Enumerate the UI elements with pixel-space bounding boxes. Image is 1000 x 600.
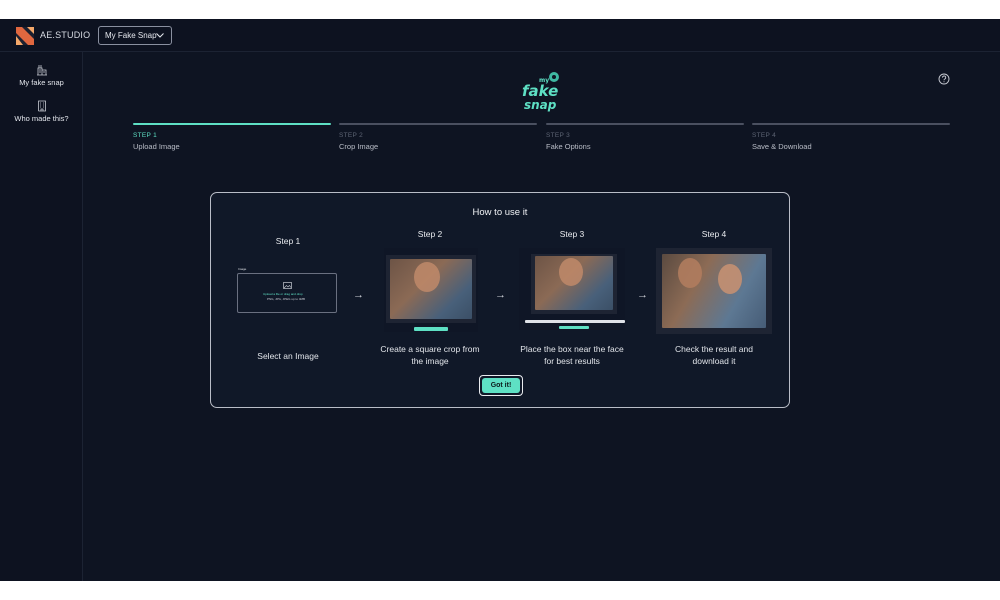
sidebar-item-who-made-this[interactable]: Who made this? bbox=[0, 100, 83, 123]
image-icon bbox=[283, 282, 292, 289]
mini-crop-button bbox=[414, 327, 448, 331]
desc-line-2: download it bbox=[692, 356, 736, 366]
got-it-button[interactable]: Got it! bbox=[479, 375, 523, 396]
modal-title: How to use it bbox=[472, 207, 528, 218]
top-bar: AE.STUDIO My Fake Snap bbox=[0, 19, 1000, 52]
building-icon bbox=[36, 65, 47, 76]
chevron-down-icon bbox=[156, 33, 164, 38]
desc-line-2: the image bbox=[411, 356, 449, 366]
step-label: Crop Image bbox=[339, 142, 379, 151]
step-progress-bar bbox=[752, 123, 950, 125]
tutorial-step-title: Step 3 bbox=[559, 229, 585, 239]
app-window: AE.STUDIO My Fake Snap My fake snap Who … bbox=[0, 19, 1000, 581]
arrow-right-icon: → bbox=[495, 289, 506, 301]
stepper-step-4[interactable]: STEP 4 Save & Download bbox=[752, 123, 950, 151]
step-progress-bar bbox=[133, 123, 331, 125]
sidebar-item-label: My fake snap bbox=[19, 78, 64, 87]
result-preview bbox=[656, 248, 772, 334]
crop-preview bbox=[384, 248, 478, 332]
tutorial-step-title: Step 1 bbox=[275, 236, 301, 246]
upload-preview: Image Upload a file or drag and drop PNG… bbox=[237, 266, 339, 314]
help-icon[interactable] bbox=[938, 73, 950, 85]
photo-preview bbox=[662, 254, 766, 328]
mini-options-button bbox=[559, 326, 589, 329]
how-to-use-modal: How to use it Step 1 Image Upload a file… bbox=[210, 192, 790, 408]
stepper-step-1[interactable]: STEP 1 Upload Image bbox=[133, 123, 331, 151]
face-shape bbox=[718, 264, 742, 294]
mini-upload-hint: PNG, JPG, JPEG up to 4MB bbox=[267, 297, 306, 301]
desc-line-1: Place the box near the face bbox=[520, 344, 624, 354]
face-shape bbox=[414, 262, 440, 292]
step-number: STEP 4 bbox=[752, 132, 777, 139]
step-number: STEP 2 bbox=[339, 132, 364, 139]
tutorial-step-desc: Check the result and download it bbox=[649, 343, 779, 367]
got-it-label: Got it! bbox=[482, 378, 520, 393]
progress-stepper: STEP 1 Upload Image STEP 2 Crop Image ST… bbox=[133, 123, 951, 163]
tutorial-step-desc: Select an Image bbox=[223, 350, 353, 362]
office-icon bbox=[37, 100, 46, 112]
stepper-step-3[interactable]: STEP 3 Fake Options bbox=[546, 123, 744, 151]
face-shape bbox=[678, 258, 702, 288]
stepper-step-2[interactable]: STEP 2 Crop Image bbox=[339, 123, 537, 151]
tutorial-step-title: Step 2 bbox=[417, 229, 443, 239]
tutorial-step-title: Step 4 bbox=[701, 229, 727, 239]
project-select-value: My Fake Snap bbox=[105, 31, 157, 40]
mini-upload-label: Image bbox=[238, 267, 247, 271]
step-label: Save & Download bbox=[752, 142, 812, 151]
fake-options-preview bbox=[519, 248, 625, 330]
sidebar-item-label: Who made this? bbox=[14, 114, 69, 123]
step-number: STEP 3 bbox=[546, 132, 571, 139]
step-label: Fake Options bbox=[546, 142, 591, 151]
sidebar-item-my-fake-snap[interactable]: My fake snap bbox=[0, 64, 83, 87]
arrow-right-icon: → bbox=[637, 289, 648, 301]
desc-line-1: Select an Image bbox=[257, 351, 319, 361]
tutorial-step-desc: Place the box near the face for best res… bbox=[507, 343, 637, 367]
step-number: STEP 1 bbox=[133, 132, 158, 139]
brand-name: AE.STUDIO bbox=[40, 30, 91, 40]
mini-input-row bbox=[525, 320, 625, 323]
desc-line-1: Create a square crop from bbox=[380, 344, 480, 354]
project-select[interactable]: My Fake Snap bbox=[98, 26, 172, 45]
ae-studio-logo-icon[interactable] bbox=[16, 27, 34, 45]
step-progress-bar bbox=[546, 123, 744, 125]
desc-line-2: for best results bbox=[544, 356, 600, 366]
arrow-right-icon: → bbox=[353, 289, 364, 301]
my-fake-snap-logo: my fake snap bbox=[522, 72, 559, 112]
face-shape bbox=[559, 258, 583, 286]
desc-line-1: Check the result and bbox=[675, 344, 753, 354]
step-progress-bar bbox=[339, 123, 537, 125]
tutorial-step-desc: Create a square crop from the image bbox=[365, 343, 495, 367]
logo-text-snap: snap bbox=[524, 98, 557, 112]
step-label: Upload Image bbox=[133, 142, 180, 151]
mini-upload-text: Upload a file or drag and drop bbox=[263, 292, 303, 296]
sidebar: My fake snap Who made this? bbox=[0, 52, 83, 581]
